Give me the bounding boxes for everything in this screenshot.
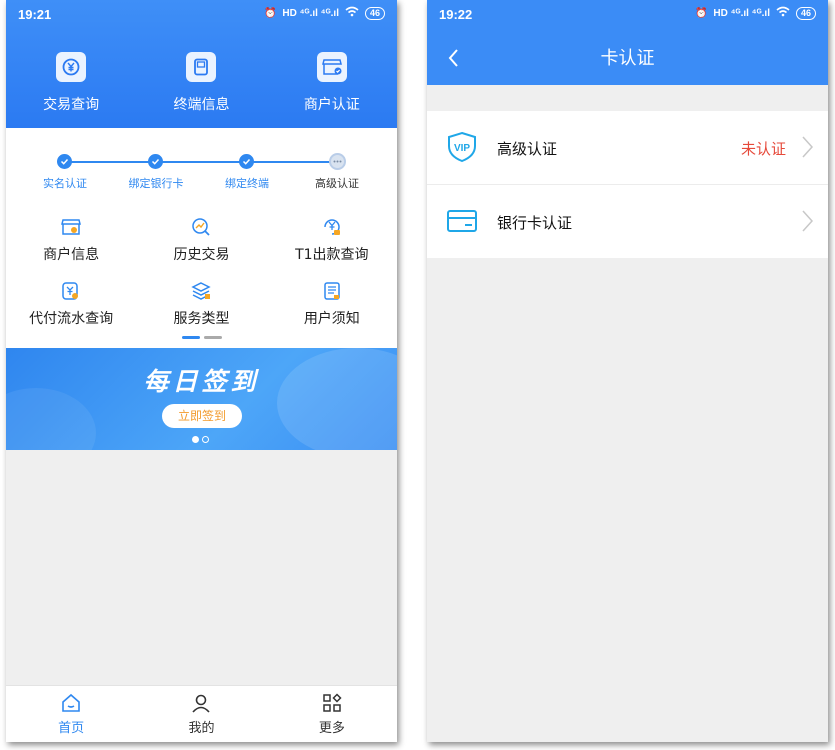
more-grid-icon [267,693,397,713]
step-label: 高级认证 [315,177,359,190]
status-badge: 未认证 [740,140,786,158]
step-label: 绑定终端 [225,177,269,190]
nav-label: 我的 [188,721,215,736]
status-bar: 19:21 ⏰ HD ⁴ᴳ.ıl ⁴ᴳ.ıl 46 [6,0,397,26]
withdraw-icon [267,216,397,238]
svg-text:VIP: VIP [454,143,470,154]
function-card: 实名认证 绑定银行卡 绑定终端 高级认证 商户信息 历史交易 T1出款查询 代付… [6,128,397,348]
history-trade-button[interactable]: 历史交易 [136,212,266,276]
terminal-info-button[interactable]: 终端信息 [136,52,266,114]
nav-label: 更多 [318,721,345,736]
top-action-label: 终端信息 [173,97,230,113]
card-verify-screen: 19:22 ⏰ HD ⁴ᴳ.ıl ⁴ᴳ.ıl 46 卡认证 VIP 高级认证 未… [427,0,828,742]
service-type-button[interactable]: 服务类型 [136,276,266,340]
step-check-icon [239,154,254,169]
status-icons: ⏰ HD ⁴ᴳ.ıl ⁴ᴳ.ıl 46 [264,6,385,20]
banner-title: 每日签到 [143,367,260,396]
chevron-right-icon [800,209,814,233]
wifi-icon [345,6,359,20]
user-notice-button[interactable]: 用户须知 [267,276,397,340]
list-item-label: 高级认证 [497,140,558,158]
battery-icon: 46 [795,6,816,20]
status-icons: ⏰ HD ⁴ᴳ.ıl ⁴ᴳ.ıl 46 [695,6,816,20]
step-check-icon [57,154,72,169]
signal-icon: HD ⁴ᴳ.ıl ⁴ᴳ.ıl [713,7,770,19]
grid-item-label: 用户须知 [303,311,360,327]
nav-more[interactable]: 更多 [267,686,397,742]
payment-flow-query-button[interactable]: 代付流水查询 [6,276,136,340]
grid-pager[interactable] [182,336,222,339]
step-check-icon [148,154,163,169]
status-time: 19:21 [18,7,52,22]
alarm-icon: ⏰ [263,7,277,19]
yuan-search-icon [56,52,87,82]
notice-icon [267,280,397,302]
merchant-verify-button[interactable]: 商户认证 [267,52,397,114]
home-screen: 19:21 ⏰ HD ⁴ᴳ.ıl ⁴ᴳ.ıl 46 交易查询 终端信息 商户认证… [6,0,397,742]
top-action-label: 商户认证 [303,97,360,113]
progress-line [64,161,339,163]
store-icon [6,216,136,238]
wifi-icon [776,6,790,20]
checkin-banner[interactable]: 每日签到 立即签到 [6,348,397,450]
payment-flow-icon [6,280,136,302]
battery-icon: 46 [364,6,385,20]
step-pending-icon [329,153,346,170]
card-verify-header: 19:22 ⏰ HD ⁴ᴳ.ıl ⁴ᴳ.ıl 46 卡认证 [427,0,828,85]
top-action-label: 交易查询 [43,97,100,113]
grid-item-label: 服务类型 [173,311,230,327]
status-bar: 19:22 ⏰ HD ⁴ᴳ.ıl ⁴ᴳ.ıl 46 [427,0,828,26]
chevron-right-icon [800,135,814,159]
terminal-icon [186,52,217,82]
step-label: 实名认证 [43,177,87,190]
list-item-advanced-verify[interactable]: VIP 高级认证 未认证 [427,111,828,185]
nav-mine[interactable]: 我的 [136,686,266,742]
banner-pager[interactable] [192,436,209,443]
vip-shield-icon: VIP [445,131,479,163]
history-chart-icon [136,216,266,238]
page-title: 卡认证 [600,48,655,69]
home-header: 19:21 ⏰ HD ⁴ᴳ.ıl ⁴ᴳ.ıl 46 交易查询 终端信息 商户认证 [6,0,397,128]
signal-icon: HD ⁴ᴳ.ıl ⁴ᴳ.ıl [282,7,339,19]
status-time: 19:22 [439,7,473,22]
merchant-info-button[interactable]: 商户信息 [6,212,136,276]
list-item-bank-card-verify[interactable]: 银行卡认证 [427,185,828,258]
grid-item-label: 代付流水查询 [29,311,114,327]
user-icon [136,693,266,713]
nav-home[interactable]: 首页 [6,686,136,742]
bank-card-icon [445,205,479,237]
store-verify-icon [316,52,347,82]
checkin-button[interactable]: 立即签到 [162,404,242,428]
list-item-label: 银行卡认证 [497,214,573,232]
transaction-query-button[interactable]: 交易查询 [6,52,136,114]
grid-item-label: 商户信息 [43,247,100,263]
function-grid: 商户信息 历史交易 T1出款查询 代付流水查询 服务类型 用户须知 [6,212,397,340]
t1-withdraw-query-button[interactable]: T1出款查询 [267,212,397,276]
service-layers-icon [136,280,266,302]
grid-item-label: T1出款查询 [295,247,369,263]
home-icon [6,693,136,713]
step-label: 绑定银行卡 [128,177,184,190]
grid-item-label: 历史交易 [173,247,230,263]
bottom-nav: 首页 我的 更多 [6,685,397,742]
alarm-icon: ⏰ [694,7,708,19]
verify-list: VIP 高级认证 未认证 银行卡认证 [427,111,828,258]
nav-label: 首页 [58,721,85,736]
